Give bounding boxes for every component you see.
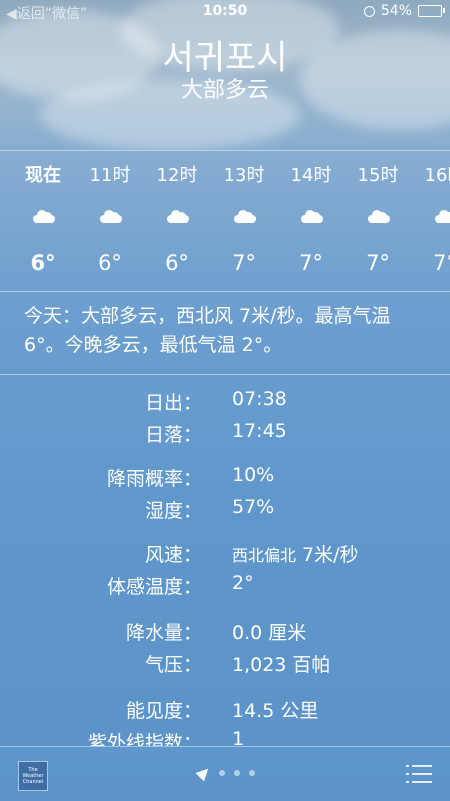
detail-row-wind: 风速： 西北偏北 7米/秒 [0, 540, 450, 570]
detail-row-pressure: 气压： 1,023 百帕 [0, 650, 450, 680]
cloud-icon [301, 209, 323, 223]
hour-item: 现在 6° [13, 151, 73, 291]
current-condition: 大部多云 [180, 78, 269, 103]
hour-label: 现在 [25, 165, 61, 186]
hour-item: 16时 7° [415, 151, 450, 291]
hour-label: 11时 [89, 165, 131, 186]
detail-key: 日出： [144, 392, 202, 414]
hour-label: 12时 [156, 165, 198, 186]
cloud-icon [100, 209, 122, 223]
hour-temp: 7° [366, 251, 390, 275]
battery-icon [418, 5, 445, 17]
hour-temp: 7° [232, 251, 256, 275]
detail-row-precipitation: 降水量： 0.0 厘米 [0, 618, 450, 648]
wind-direction: 西北偏北 [232, 546, 297, 565]
wind-speed: 7米/秒 [296, 544, 359, 566]
page-dot [219, 770, 225, 776]
hourly-forecast[interactable]: 现在 6° 11时 6° 12时 6° 13时 7° 14时 7° 15时 7°… [0, 150, 450, 292]
hour-item: 14时 7° [281, 151, 341, 291]
cloud-icon [33, 209, 55, 223]
location-arrow-icon [195, 764, 213, 782]
detail-row-humidity: 湿度： 57% [0, 496, 450, 526]
bottom-toolbar: The Weather Channel [0, 746, 450, 801]
detail-row-sunrise: 日出： 07:38 [0, 388, 450, 418]
detail-key: 日落： [144, 424, 202, 446]
detail-key: 降雨概率： [106, 468, 202, 490]
hour-temp: 6° [165, 251, 189, 275]
status-right: 54% [363, 3, 445, 19]
detail-key: 湿度： [144, 500, 202, 522]
detail-value: 2° [232, 572, 254, 594]
detail-value: 14.5 公里 [232, 700, 319, 722]
hour-temp: 7° [299, 251, 323, 275]
hour-temp: 7° [433, 251, 450, 275]
detail-key: 风速： [144, 544, 202, 566]
page-dot [234, 770, 240, 776]
detail-value: 0.0 厘米 [232, 622, 307, 644]
battery-percent: 54% [380, 3, 412, 19]
hour-item: 11时 6° [80, 151, 140, 291]
detail-key: 降水量： [125, 622, 202, 644]
detail-row-visibility: 能见度： 14.5 公里 [0, 696, 450, 726]
status-bar: ◀返回“微信” 10:50 54% [0, 0, 450, 26]
hour-item: 13时 7° [214, 151, 274, 291]
hour-item: 15时 7° [348, 151, 408, 291]
detail-key: 体感温度： [106, 576, 202, 598]
detail-key: 气压： [144, 654, 202, 676]
detail-key: 能见度： [125, 700, 202, 722]
cloud-icon [167, 209, 189, 223]
detail-row-sunset: 日落： 17:45 [0, 420, 450, 450]
daily-summary: 今天：大部多云，西北风 7米/秒。最高气温 6°。今晚多云，最低气温 2°。 [24, 305, 391, 356]
page-indicator[interactable] [195, 764, 255, 782]
hour-item: 12时 6° [147, 151, 207, 291]
hour-label: 14时 [290, 165, 332, 186]
hour-label: 15时 [357, 165, 399, 186]
alarm-icon [363, 5, 375, 17]
hour-temp: 6° [98, 251, 122, 275]
cloud-icon [234, 209, 256, 223]
detail-value: 57% [232, 496, 275, 518]
detail-row-rain-chance: 降雨概率： 10% [0, 464, 450, 494]
hour-temp: 6° [30, 251, 56, 275]
hour-label: 16时 [424, 165, 450, 186]
list-icon[interactable] [406, 765, 432, 783]
weather-channel-logo[interactable]: The Weather Channel [18, 761, 48, 791]
detail-value: 1,023 百帕 [232, 654, 331, 676]
detail-value: 07:38 [232, 388, 287, 410]
cloud-icon [435, 209, 450, 223]
detail-value: 西北偏北 7米/秒 [232, 540, 359, 567]
cloud-icon [368, 209, 390, 223]
hour-label: 13时 [223, 165, 265, 186]
divider [0, 374, 450, 375]
detail-value: 10% [232, 464, 275, 486]
detail-row-feels-like: 体感温度： 2° [0, 572, 450, 602]
page-dot [249, 770, 255, 776]
detail-value: 17:45 [232, 420, 287, 442]
